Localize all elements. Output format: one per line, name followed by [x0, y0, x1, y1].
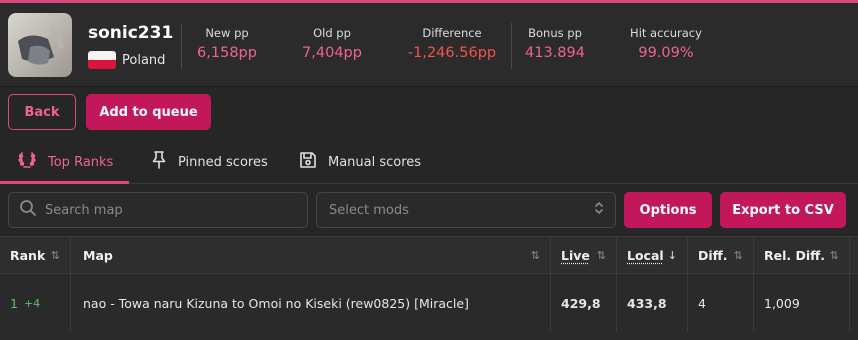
column-header-live[interactable]: Live ⇅	[551, 237, 617, 274]
tab-label: Manual scores	[328, 154, 422, 170]
column-label: Rel. Diff.	[764, 248, 826, 263]
sort-icon: ⇅	[829, 249, 839, 262]
mods-select[interactable]: Select mods	[316, 192, 616, 228]
chevron-up-down-icon	[593, 200, 605, 220]
stat-label: New pp	[205, 26, 249, 40]
profile-header: sonic231 Poland New pp 6,158pp Old pp 7,…	[0, 3, 858, 87]
avatar	[8, 13, 72, 77]
pin-icon	[150, 150, 168, 174]
username: sonic231	[88, 23, 174, 43]
rank-change: +4	[23, 296, 41, 310]
stat-label: Old pp	[313, 26, 351, 40]
column-label: Local	[627, 248, 664, 263]
divider	[511, 23, 512, 69]
cell-map[interactable]: nao - Towa naru Kizuna to Omoi no Kiseki…	[71, 274, 551, 332]
stat-value: 413.894	[525, 45, 585, 61]
column-header-local[interactable]: Local ↓	[617, 237, 688, 274]
search-icon	[19, 199, 37, 221]
country-name: Poland	[122, 52, 166, 68]
cell-local: 433,8	[617, 274, 688, 332]
stat-value: 6,158pp	[197, 45, 257, 61]
tab-label: Pinned scores	[178, 154, 268, 170]
sort-icon: ⇅	[596, 249, 606, 262]
rank-value: 1	[10, 295, 18, 311]
stat-label: Difference	[422, 26, 482, 40]
column-label: Map	[83, 248, 113, 263]
cell-diff: 4	[688, 274, 754, 332]
sort-icon: ⇅	[50, 249, 60, 262]
column-label: Live	[561, 248, 590, 263]
options-button[interactable]: Options	[624, 192, 712, 228]
user-country: Poland	[88, 51, 165, 69]
stat-old-pp: Old pp 7,404pp	[290, 26, 374, 61]
cell-live: 429,8	[551, 274, 617, 332]
tab-top-ranks[interactable]: Top Ranks	[16, 140, 113, 184]
stat-bonus-pp: Bonus pp 413.894	[520, 26, 590, 61]
column-header-map[interactable]: Map ⇅	[71, 237, 551, 274]
laurel-icon	[16, 149, 38, 175]
stat-value: 99.09%	[638, 45, 694, 61]
stat-value: -1,246.56pp	[407, 45, 497, 61]
column-label: Diff.	[698, 248, 728, 263]
stat-label: Hit accuracy	[630, 26, 702, 40]
tab-label: Top Ranks	[48, 154, 114, 170]
column-header-rel-diff[interactable]: Rel. Diff. ⇅	[754, 237, 850, 274]
active-tab-indicator	[0, 181, 129, 184]
cell-rank: 1 +4	[0, 274, 71, 332]
mods-select-placeholder: Select mods	[329, 202, 409, 218]
sort-icon: ⇅	[530, 249, 540, 262]
back-button[interactable]: Back	[8, 94, 76, 130]
sort-descending-icon: ↓	[667, 249, 677, 262]
add-to-queue-button[interactable]: Add to queue	[86, 94, 211, 130]
column-header-diff[interactable]: Diff. ⇅	[688, 237, 754, 274]
stat-new-pp: New pp 6,158pp	[192, 26, 262, 61]
search-box[interactable]	[8, 192, 308, 228]
export-csv-button[interactable]: Export to CSV	[720, 192, 846, 228]
stat-value: 7,404pp	[302, 45, 362, 61]
table-row[interactable]: 1 +4 nao - Towa naru Kizuna to Omoi no K…	[0, 274, 858, 340]
save-icon	[298, 150, 318, 174]
tab-bar: Top Ranks Pinned scores Manual scores	[0, 140, 858, 184]
column-label: Rank	[10, 248, 46, 263]
stat-label: Bonus pp	[528, 26, 582, 40]
tab-manual-scores[interactable]: Manual scores	[298, 140, 421, 184]
table-header: Rank ⇅ Map ⇅ Live ⇅ Local ↓ Diff. ⇅ Rel.…	[0, 236, 858, 274]
column-header-rank[interactable]: Rank ⇅	[0, 237, 71, 274]
tab-pinned-scores[interactable]: Pinned scores	[150, 140, 268, 184]
divider	[181, 23, 182, 69]
sort-icon: ⇅	[733, 249, 743, 262]
stat-hit-accuracy: Hit accuracy 99.09%	[626, 26, 706, 61]
poland-flag-icon	[88, 51, 116, 69]
cell-rel-diff: 1,009	[754, 274, 850, 332]
stat-difference: Difference -1,246.56pp	[404, 26, 500, 61]
search-input[interactable]	[45, 202, 295, 218]
